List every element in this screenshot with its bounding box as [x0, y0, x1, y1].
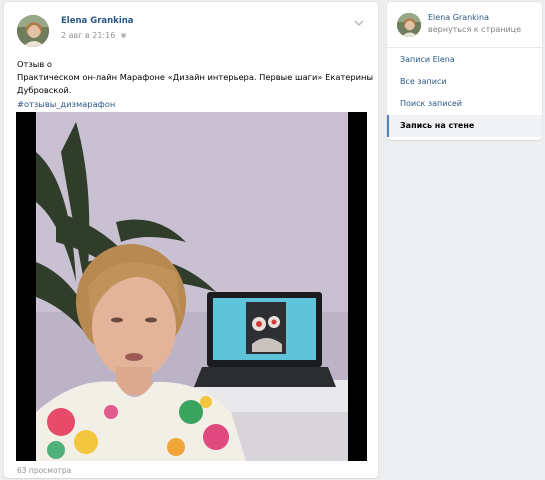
wall-sidebar: Elena Grankina вернуться к странице Запи… — [387, 2, 542, 140]
back-to-page-link[interactable]: вернуться к странице — [428, 25, 521, 34]
video-player[interactable] — [16, 112, 367, 461]
avatar-photo — [397, 13, 421, 37]
menu-item-wall-post[interactable]: Запись на стене — [387, 115, 542, 137]
post-text-line: Практическом он-лайн Марафоне «Дизайн ин… — [17, 72, 374, 83]
menu-item-search-posts[interactable]: Поиск записей — [387, 93, 542, 115]
video-thumbnail — [16, 112, 367, 461]
wall-post: Elena Grankina 2 авг в 21:16 Отзыв о Пра… — [4, 2, 378, 478]
post-text-line: Отзыв о — [17, 59, 52, 69]
chevron-down-icon[interactable] — [354, 18, 364, 28]
post-text-line: Дубровской. — [17, 85, 72, 96]
menu-item-owner-posts[interactable]: Записи Elena — [387, 49, 542, 71]
avatar-photo — [17, 15, 49, 47]
sidebar-owner-name[interactable]: Elena Grankina — [428, 13, 489, 22]
menu-item-all-posts[interactable]: Все записи — [387, 71, 542, 93]
post-hashtag-link[interactable]: #отзывы_дизмарафон — [17, 98, 367, 111]
post-author-name[interactable]: Elena Grankina — [61, 16, 134, 26]
divider — [387, 47, 542, 48]
post-date-text: 2 авг в 21:16 — [61, 31, 116, 40]
author-avatar[interactable] — [17, 15, 49, 47]
sidebar-avatar[interactable] — [397, 13, 421, 37]
post-date[interactable]: 2 авг в 21:16 — [61, 31, 127, 40]
eye-icon — [121, 33, 126, 39]
post-text: Отзыв о Практическом он-лайн Марафоне «Д… — [17, 58, 374, 111]
post-views: 63 просмотра — [17, 466, 72, 475]
